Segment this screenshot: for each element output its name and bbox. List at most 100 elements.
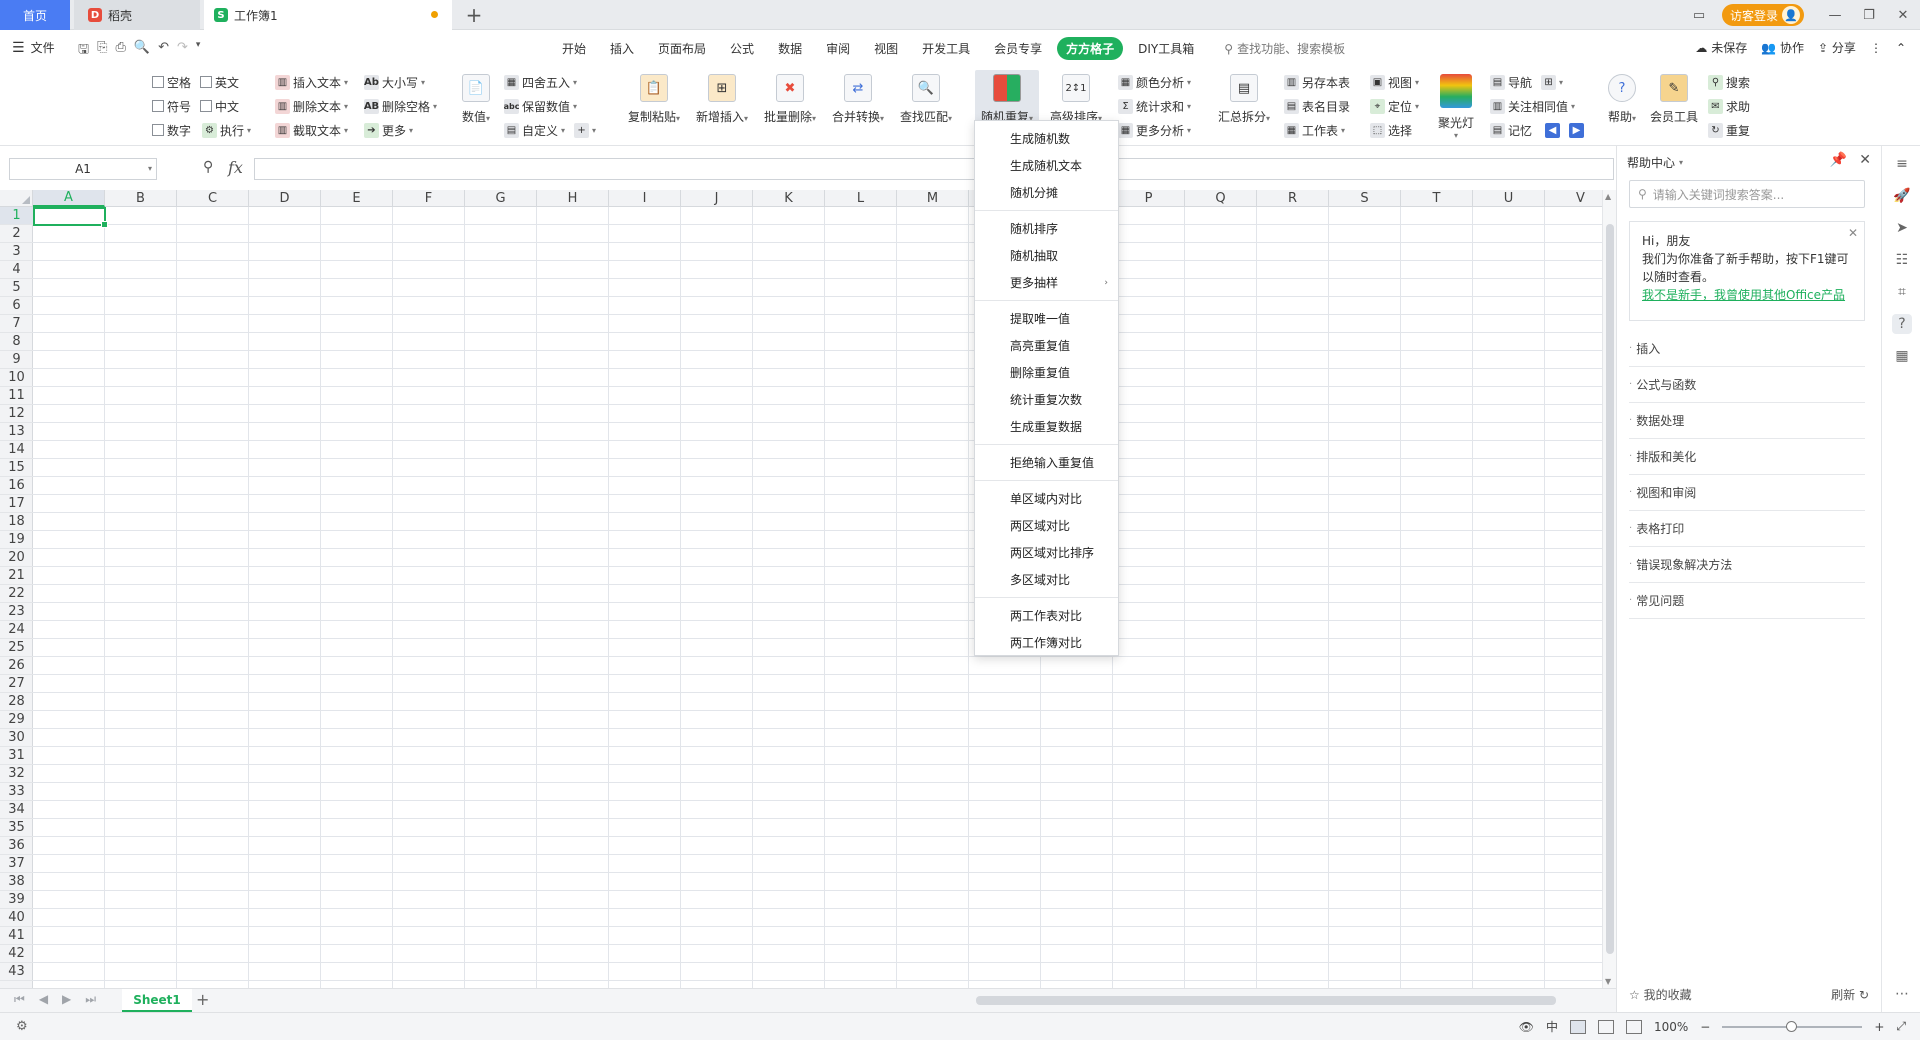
crop-icon[interactable]: ⌗ (1892, 282, 1912, 302)
add-sheet-button[interactable]: + (196, 990, 209, 1009)
memory-button[interactable]: ▤ 记忆 ◀ ▶ (1490, 120, 1585, 140)
share-button[interactable]: ⇪ 分享 (1818, 39, 1856, 56)
column-header[interactable]: L (825, 190, 897, 207)
column-header[interactable]: Q (1185, 190, 1257, 207)
redo-icon[interactable]: ↷ (177, 40, 188, 62)
tab-review[interactable]: 审阅 (817, 37, 859, 60)
dropdown-item[interactable]: 随机抽取 (975, 242, 1118, 269)
dropdown-item[interactable]: 更多抽样 › (975, 269, 1118, 296)
pin-icon[interactable]: 📌 (1830, 152, 1847, 168)
refresh-button[interactable]: 刷新 ↻ (1831, 986, 1869, 1003)
dropdown-item[interactable]: 两区域对比排序 (975, 539, 1118, 566)
unsaved-status[interactable]: ☁ 未保存 (1695, 39, 1747, 56)
column-header[interactable]: P (1113, 190, 1185, 207)
row-header[interactable]: 23 (0, 603, 33, 621)
row-header[interactable]: 5 (0, 279, 33, 297)
row-header[interactable]: 11 (0, 387, 33, 405)
dropdown-item[interactable]: 随机分摊 (975, 179, 1118, 206)
zoom-out-icon[interactable]: − (1700, 1020, 1710, 1034)
column-header[interactable]: R (1257, 190, 1329, 207)
row-header[interactable]: 29 (0, 711, 33, 729)
help-category[interactable]: · 表格打印 (1629, 511, 1865, 547)
search-tool-button[interactable]: ⚲ 搜索 (1708, 72, 1750, 92)
page-break-view-icon[interactable] (1625, 1019, 1642, 1034)
row-header[interactable]: 40 (0, 909, 33, 927)
cell-area[interactable] (33, 207, 1602, 988)
tab-developer[interactable]: 开发工具 (913, 37, 979, 60)
more-analysis-button[interactable]: ▦ 更多分析 ▾ (1118, 120, 1191, 140)
help-button[interactable]: ? 帮助▾ (1602, 70, 1642, 142)
row-header[interactable]: 4 (0, 261, 33, 279)
dropdown-item[interactable]: 单区域内对比 (975, 485, 1118, 512)
tab-start[interactable]: 开始 (553, 37, 595, 60)
page-layout-view-icon[interactable] (1597, 1019, 1614, 1034)
tab-formula[interactable]: 公式 (721, 37, 763, 60)
chevron-down-icon[interactable]: ▾ (148, 164, 152, 173)
sheet-catalog-button[interactable]: ▤ 表名目录 (1284, 96, 1350, 116)
row-header[interactable]: 22 (0, 585, 33, 603)
checkbox[interactable] (200, 76, 212, 88)
help-center-header[interactable]: 帮助中心 ▾ (1627, 154, 1683, 171)
help-category[interactable]: · 视图和审阅 (1629, 475, 1865, 511)
custom-button[interactable]: ▤ 自定义 ▾ + ▾ (504, 120, 596, 140)
tab-fangfanggezi[interactable]: 方方格子 (1057, 37, 1124, 60)
dropdown-item[interactable]: 两工作表对比 (975, 602, 1118, 629)
dropdown-item[interactable]: 随机排序 (975, 215, 1118, 242)
row-header[interactable]: 3 (0, 243, 33, 261)
print-preview-icon[interactable]: 🔍 (134, 40, 150, 62)
undo-icon[interactable]: ↶ (158, 40, 169, 62)
column-header[interactable]: C (177, 190, 249, 207)
help-category[interactable]: · 插入 (1629, 331, 1865, 367)
rocket-icon[interactable]: 🚀 (1892, 186, 1912, 206)
last-sheet-icon[interactable]: ⏭ (85, 992, 96, 1007)
view-button[interactable]: ▣ 视图 ▾ (1370, 72, 1419, 92)
name-box[interactable]: A1 ▾ (9, 158, 157, 180)
grid-icon[interactable]: ⊞ (1541, 74, 1557, 90)
tab-page-layout[interactable]: 页面布局 (649, 37, 715, 60)
extract-text-button[interactable]: ▥ 截取文本 ▾ (275, 120, 348, 140)
tab-daoke[interactable]: D 稻壳 (74, 0, 200, 30)
execute-button[interactable]: ⚙ 执行 ▾ (202, 120, 251, 140)
row-header[interactable]: 1 (0, 207, 33, 225)
row-header[interactable]: 28 (0, 693, 33, 711)
scroll-down-icon[interactable]: ▼ (1605, 977, 1611, 986)
next-sheet-icon[interactable]: ▶ (62, 992, 71, 1007)
row-header[interactable]: 7 (0, 315, 33, 333)
welcome-link[interactable]: 我不是新手，我曾使用其他Office产品 (1642, 286, 1852, 304)
dropdown-item[interactable]: 拒绝输入重复值 (975, 449, 1118, 476)
column-header[interactable]: I (609, 190, 681, 207)
check-symbol[interactable]: 符号 (152, 96, 191, 116)
restore-icon[interactable]: ❐ (1852, 0, 1886, 30)
eye-protect-icon[interactable]: 👁 (1519, 1020, 1534, 1034)
batch-delete-button[interactable]: ✖ 批量删除▾ (758, 70, 822, 142)
scroll-up-icon[interactable]: ▲ (1605, 192, 1611, 201)
checkbox[interactable] (152, 124, 164, 136)
column-header[interactable]: S (1329, 190, 1401, 207)
dropdown-item[interactable]: 生成随机文本 (975, 152, 1118, 179)
dropdown-item[interactable]: 高亮重复值 (975, 332, 1118, 359)
column-header[interactable]: E (321, 190, 393, 207)
sliders-icon[interactable]: ☷ (1892, 250, 1912, 270)
select-button[interactable]: ⬚ 选择 (1370, 120, 1412, 140)
close-icon[interactable]: ✕ (1886, 0, 1920, 30)
find-match-button[interactable]: 🔍 查找匹配▾ (894, 70, 958, 142)
spotlight-button[interactable]: 聚光灯 ▾ (1436, 70, 1476, 142)
row-header[interactable]: 9 (0, 351, 33, 369)
tab-view[interactable]: 视图 (865, 37, 907, 60)
row-header[interactable]: 16 (0, 477, 33, 495)
row-header[interactable]: 13 (0, 423, 33, 441)
tab-insert[interactable]: 插入 (601, 37, 643, 60)
dropdown-item[interactable]: 提取唯一值 (975, 305, 1118, 332)
row-header[interactable]: 20 (0, 549, 33, 567)
dropdown-item[interactable]: 删除重复值 (975, 359, 1118, 386)
merge-convert-button[interactable]: ⇄ 合并转换▾ (826, 70, 890, 142)
column-header[interactable]: B (105, 190, 177, 207)
help-search-input[interactable]: ⚲ 请输入关键词搜索答案... (1629, 180, 1865, 208)
help-category[interactable]: · 数据处理 (1629, 403, 1865, 439)
focus-same-value-button[interactable]: ▥ 关注相同值 ▾ (1490, 96, 1575, 116)
row-header[interactable]: 25 (0, 639, 33, 657)
row-header[interactable]: 17 (0, 495, 33, 513)
back-arrow-icon[interactable]: ◀ (1545, 122, 1561, 138)
close-panel-icon[interactable]: ✕ (1859, 152, 1871, 168)
tab-home[interactable]: 首页 (0, 0, 70, 30)
